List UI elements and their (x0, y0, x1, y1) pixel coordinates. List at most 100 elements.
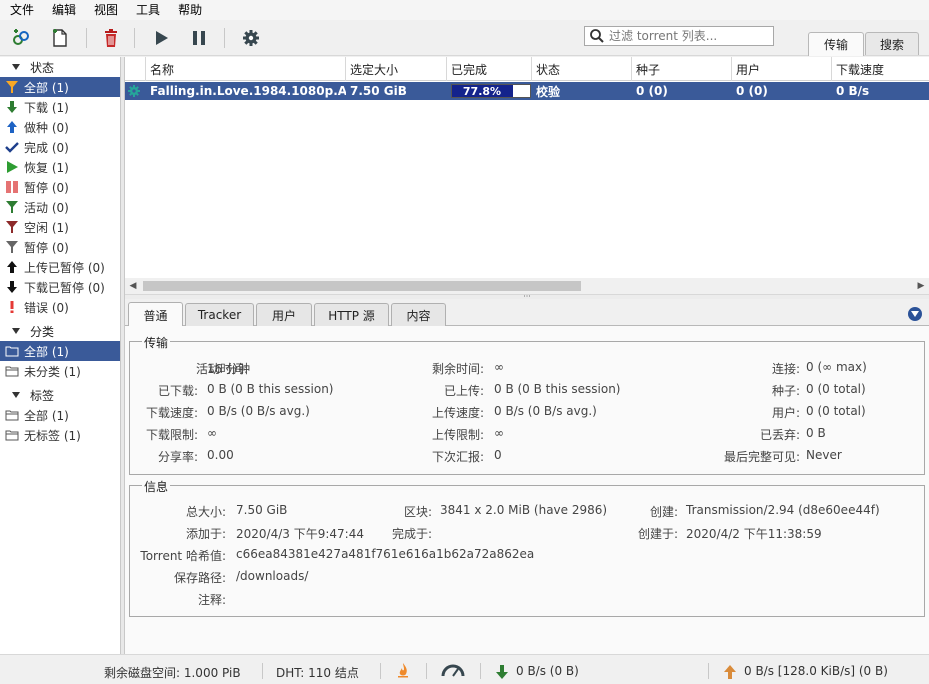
statusbar-separator (708, 663, 709, 679)
value-ratio: 0.00 (207, 448, 234, 462)
delete-button[interactable] (98, 25, 124, 51)
menu-edit[interactable]: 编辑 (46, 0, 82, 20)
add-torrent-link-button[interactable] (8, 25, 34, 51)
value-dl-speed: 0 B/s (0 B/s avg.) (207, 404, 310, 418)
value-added-on: 2020/4/3 下午9:47:44 (236, 527, 364, 541)
collapse-triangle-icon (12, 392, 20, 398)
sidebar-item-inactive[interactable]: 空闲 (1) (0, 217, 120, 237)
value-hash: c66ea84381e427a481f761e616a1b62a72a862ea (236, 547, 535, 561)
torrent-status: 校验 (536, 84, 561, 99)
filter-search-box[interactable] (584, 26, 774, 46)
sidebar-item-errored[interactable]: 错误 (0) (0, 297, 120, 317)
tab-content[interactable]: 内容 (391, 303, 446, 326)
value-wasted: 0 B (806, 426, 826, 440)
collapse-triangle-icon (12, 328, 20, 334)
link-icon (13, 29, 29, 45)
filter-red-icon (4, 219, 20, 235)
tab-peers[interactable]: 用户 (256, 303, 312, 326)
label-downloaded: 已下载: (157, 384, 198, 398)
column-header-seeds[interactable]: 种子 (632, 57, 732, 81)
torrent-list: 名称 选定大小 已完成 状态 种子 用户 下载速度 Falling.in.Lov… (125, 57, 929, 294)
sidebar-item-resumed[interactable]: 恢复 (1) (0, 157, 120, 177)
sidebar-item-seeding[interactable]: 做种 (0) (0, 117, 120, 137)
filter-gray-icon (4, 239, 20, 255)
speed-limit-icon[interactable] (441, 663, 465, 680)
label-ul-limit: 上传限制: (431, 428, 484, 442)
label-seeds: 种子: (771, 384, 800, 398)
label-comment: 注释: (197, 593, 226, 607)
value-dl-limit: ∞ (207, 426, 217, 440)
sidebar-item-all[interactable]: 全部 (1) (0, 77, 120, 97)
label-save-path: 保存路径: (173, 571, 226, 585)
column-header-blank[interactable] (125, 57, 146, 81)
menu-help[interactable]: 帮助 (172, 0, 208, 20)
pause-button[interactable] (186, 25, 212, 51)
category-item-uncategorized[interactable]: 未分类 (1) (0, 361, 120, 381)
tab-transfers[interactable]: 传输 (808, 32, 864, 56)
column-header-progress[interactable]: 已完成 (447, 57, 532, 81)
folder-icon (4, 363, 20, 379)
options-button[interactable] (238, 25, 264, 51)
column-header-size[interactable]: 选定大小 (346, 57, 447, 81)
value-active-time: 16 分钟 (207, 362, 251, 376)
column-header-dlspeed[interactable]: 下载速度 (832, 57, 929, 81)
menu-file[interactable]: 文件 (4, 0, 40, 20)
file-add-icon (53, 29, 67, 47)
category-item-all[interactable]: 全部 (1) (0, 341, 120, 361)
tag-section-header[interactable]: 标签 (0, 385, 120, 405)
statusbar-separator (262, 663, 263, 679)
sidebar-item-stalled[interactable]: 暂停 (0) (0, 237, 120, 257)
sidebar-item-paused[interactable]: 暂停 (0) (0, 177, 120, 197)
sidebar-item-downloading[interactable]: 下载 (1) (0, 97, 120, 117)
search-icon (590, 29, 604, 43)
tab-search[interactable]: 搜索 (865, 32, 919, 55)
label-added-on: 添加于: (185, 527, 226, 541)
value-pieces: 3841 x 2.0 MiB (have 2986) (440, 503, 608, 517)
collapse-panel-icon[interactable] (908, 307, 922, 321)
sidebar-item-download-paused[interactable]: 下载已暂停 (0) (0, 277, 120, 297)
sidebar-item-active[interactable]: 活动 (0) (0, 197, 120, 217)
download-arrow-icon (4, 99, 20, 115)
torrent-seeds: 0 (0) (636, 84, 668, 98)
add-torrent-file-button[interactable] (46, 25, 72, 51)
statusbar-separator (480, 663, 481, 679)
information-group-title: 信息 (142, 478, 171, 495)
table-row[interactable]: Falling.in.Love.1984.1080p.AMZN... 7.50 … (125, 82, 929, 100)
sidebar-item-upload-paused[interactable]: 上传已暂停 (0) (0, 257, 120, 277)
status-section-header[interactable]: 状态 (0, 57, 120, 77)
value-total-size: 7.50 GiB (236, 503, 288, 517)
play-icon (156, 31, 168, 45)
connection-status-icon[interactable] (396, 662, 410, 681)
tag-item-untagged[interactable]: 无标签 (1) (0, 425, 120, 445)
tag-item-all[interactable]: 全部 (1) (0, 405, 120, 425)
category-section-header[interactable]: 分类 (0, 321, 120, 341)
resume-button[interactable] (148, 25, 174, 51)
column-header-status[interactable]: 状态 (532, 57, 632, 81)
tab-http-sources[interactable]: HTTP 源 (314, 303, 389, 326)
scroll-left-icon[interactable]: ◀ (125, 278, 141, 294)
properties-tabs: 普通 Tracker 用户 HTTP 源 内容 (125, 300, 929, 327)
column-header-name[interactable]: 名称 (146, 57, 346, 81)
column-header-peers[interactable]: 用户 (732, 57, 832, 81)
value-created-by: Transmission/2.94 (d8e60ee44f) (686, 503, 880, 517)
value-created-on: 2020/4/2 下午11:38:59 (686, 527, 822, 541)
pause-icon (193, 31, 205, 45)
horizontal-splitter[interactable]: ··· (125, 293, 929, 301)
down-paused-icon (4, 279, 20, 295)
label-hash: Torrent 哈希值: (140, 549, 226, 563)
sidebar-item-completed[interactable]: 完成 (0) (0, 137, 120, 157)
scroll-right-icon[interactable]: ▶ (913, 278, 929, 294)
tab-trackers[interactable]: Tracker (185, 303, 254, 326)
menu-view[interactable]: 视图 (88, 0, 124, 20)
menu-tools[interactable]: 工具 (130, 0, 166, 20)
transfer-group: 传输 活动时间: 16 分钟 剩余时间: ∞ 连接: 0 (∞ max) 已下载… (129, 334, 925, 475)
toolbar-separator (134, 28, 135, 48)
scrollbar-thumb[interactable] (143, 281, 581, 291)
value-reannounce: 0 (494, 448, 502, 462)
value-peers: 0 (0 total) (806, 404, 866, 418)
status-bar: 剩余磁盘空间: 1.000 PiB DHT: 110 结点 0 B/s (0 B… (0, 654, 929, 684)
folder-icon (4, 427, 20, 443)
label-created-by: 创建: (649, 505, 678, 519)
filter-input[interactable] (609, 29, 769, 43)
tab-general[interactable]: 普通 (128, 302, 183, 327)
